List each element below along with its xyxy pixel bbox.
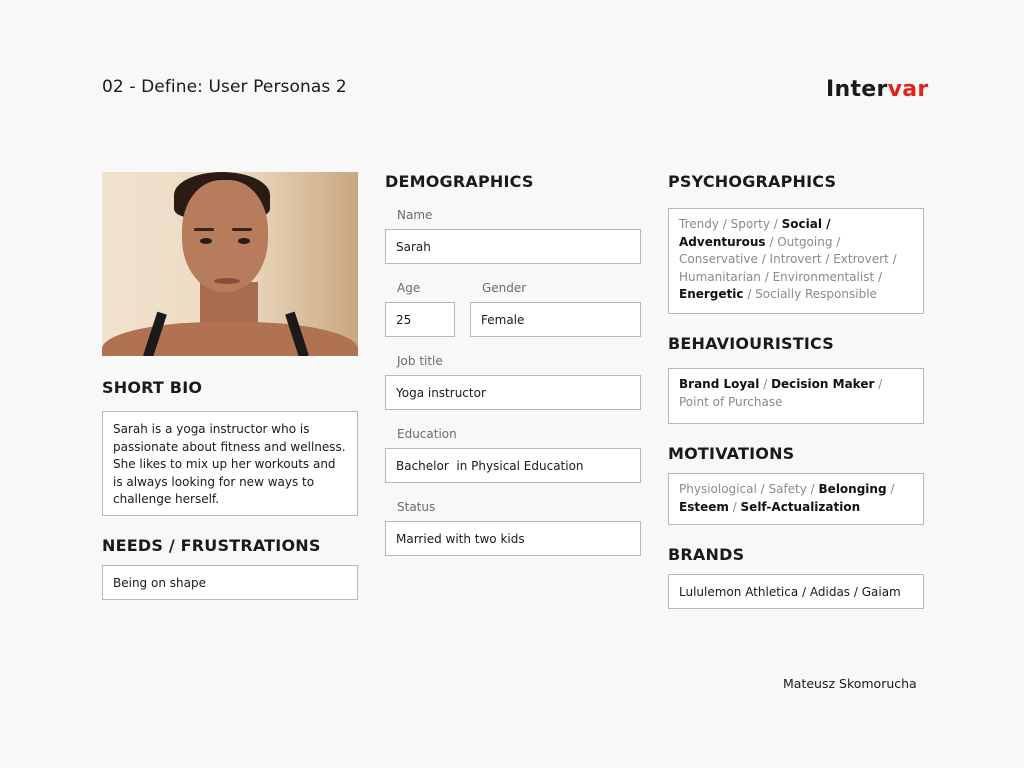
tag-separator: / [806,482,819,496]
tag-selected: Belonging [818,482,887,496]
tag-separator: / [874,377,883,391]
behaviouristics-heading: BEHAVIOURISTICS [668,334,834,353]
tag: Conservative [679,252,762,267]
age-group: Age 25 [385,264,455,337]
age-field: 25 [385,302,455,337]
status-label: Status [397,500,436,514]
education-label: Education [397,427,457,441]
tag-separator: / [765,234,778,249]
author-name: Mateusz Skomorucha [783,676,917,691]
tag: Outgoing [777,234,837,249]
name-field: Sarah [385,229,641,264]
tag: Sporty [730,217,770,231]
tag-selected: Decision Maker [771,377,875,391]
status-field: Married with two kids [385,521,641,556]
tag: Socially Responsible [755,287,877,302]
short-bio-box: Sarah is a yoga instructor who is passio… [102,411,358,516]
tag-separator: / [874,269,883,284]
persona-photo [102,172,358,356]
tag-separator: / [728,499,741,514]
tag-separator: / [756,482,769,496]
needs-box: Being on shape [102,565,358,600]
tag-separator: / [886,482,895,496]
left-column: SHORT BIO Sarah is a yoga instructor who… [102,172,358,600]
photo-eye-left [200,238,212,244]
needs-heading: NEEDS / FRUSTRATIONS [102,536,321,555]
tag: Introvert [769,252,826,267]
brands-heading: BRANDS [668,545,745,564]
education-field: Bachelor in Physical Education [385,448,641,483]
tag: Safety [768,482,807,496]
job-title-label: Job title [397,354,443,368]
logo-part-red: var [887,77,929,102]
gender-group: Gender Female [470,264,641,337]
tag-selected: Energetic [679,287,744,302]
psychographics-box: Trendy / Sporty / Social / Adventurous /… [668,208,924,314]
age-gender-row: Age 25 Gender Female [385,264,641,337]
behaviouristics-box: Brand Loyal / Decision Maker / Point of … [668,368,924,424]
photo-brow-right [232,228,252,231]
job-title-field: Yoga instructor [385,375,641,410]
photo-mouth [214,278,240,284]
tag-separator: / [836,234,841,249]
motivations-heading: MOTIVATIONS [668,444,795,463]
tag-separator: / [769,217,782,231]
gender-field: Female [470,302,641,337]
tag-separator: / [761,252,770,267]
tag-separator: / [718,217,731,231]
tag-separator: / [743,287,756,302]
photo-eye-right [238,238,250,244]
brands-box: Lululemon Athletica / Adidas / Gaiam [668,574,924,609]
page-title: 02 - Define: User Personas 2 [102,77,347,97]
psychographics-column: PSYCHOGRAPHICS Trendy / Sporty / Social … [668,172,924,609]
short-bio-heading: SHORT BIO [102,378,203,397]
photo-brow-left [194,228,214,231]
tag-selected: Brand Loyal [679,377,760,391]
tag-separator: / [760,269,773,284]
psychographics-heading: PSYCHOGRAPHICS [668,172,837,191]
tag: Physiological [679,482,757,496]
age-label: Age [397,281,421,295]
demographics-heading: DEMOGRAPHICS [385,172,534,191]
gender-label: Gender [482,281,527,295]
tag-separator: / [759,377,772,391]
motivations-box: Physiological / Safety / Belonging / Est… [668,473,924,525]
tag: Humanitarian [679,269,761,284]
name-label: Name [397,208,433,222]
photo-face [182,180,268,292]
tag-separator: / [888,252,897,267]
tag: Point of Purchase [679,394,783,409]
tag-selected: Esteem [679,499,729,514]
tag-selected: Self-Actualization [740,499,861,514]
tag: Extrovert [833,252,889,267]
tag: Environmentalist [772,269,875,284]
tag: Trendy [679,217,719,231]
logo-part-dark: Inter [826,77,888,102]
photo-shoulders [102,322,358,356]
demographics-column: DEMOGRAPHICS Name Sarah Age 25 Gender Fe… [385,172,641,556]
intervar-logo: Intervar [826,77,929,102]
